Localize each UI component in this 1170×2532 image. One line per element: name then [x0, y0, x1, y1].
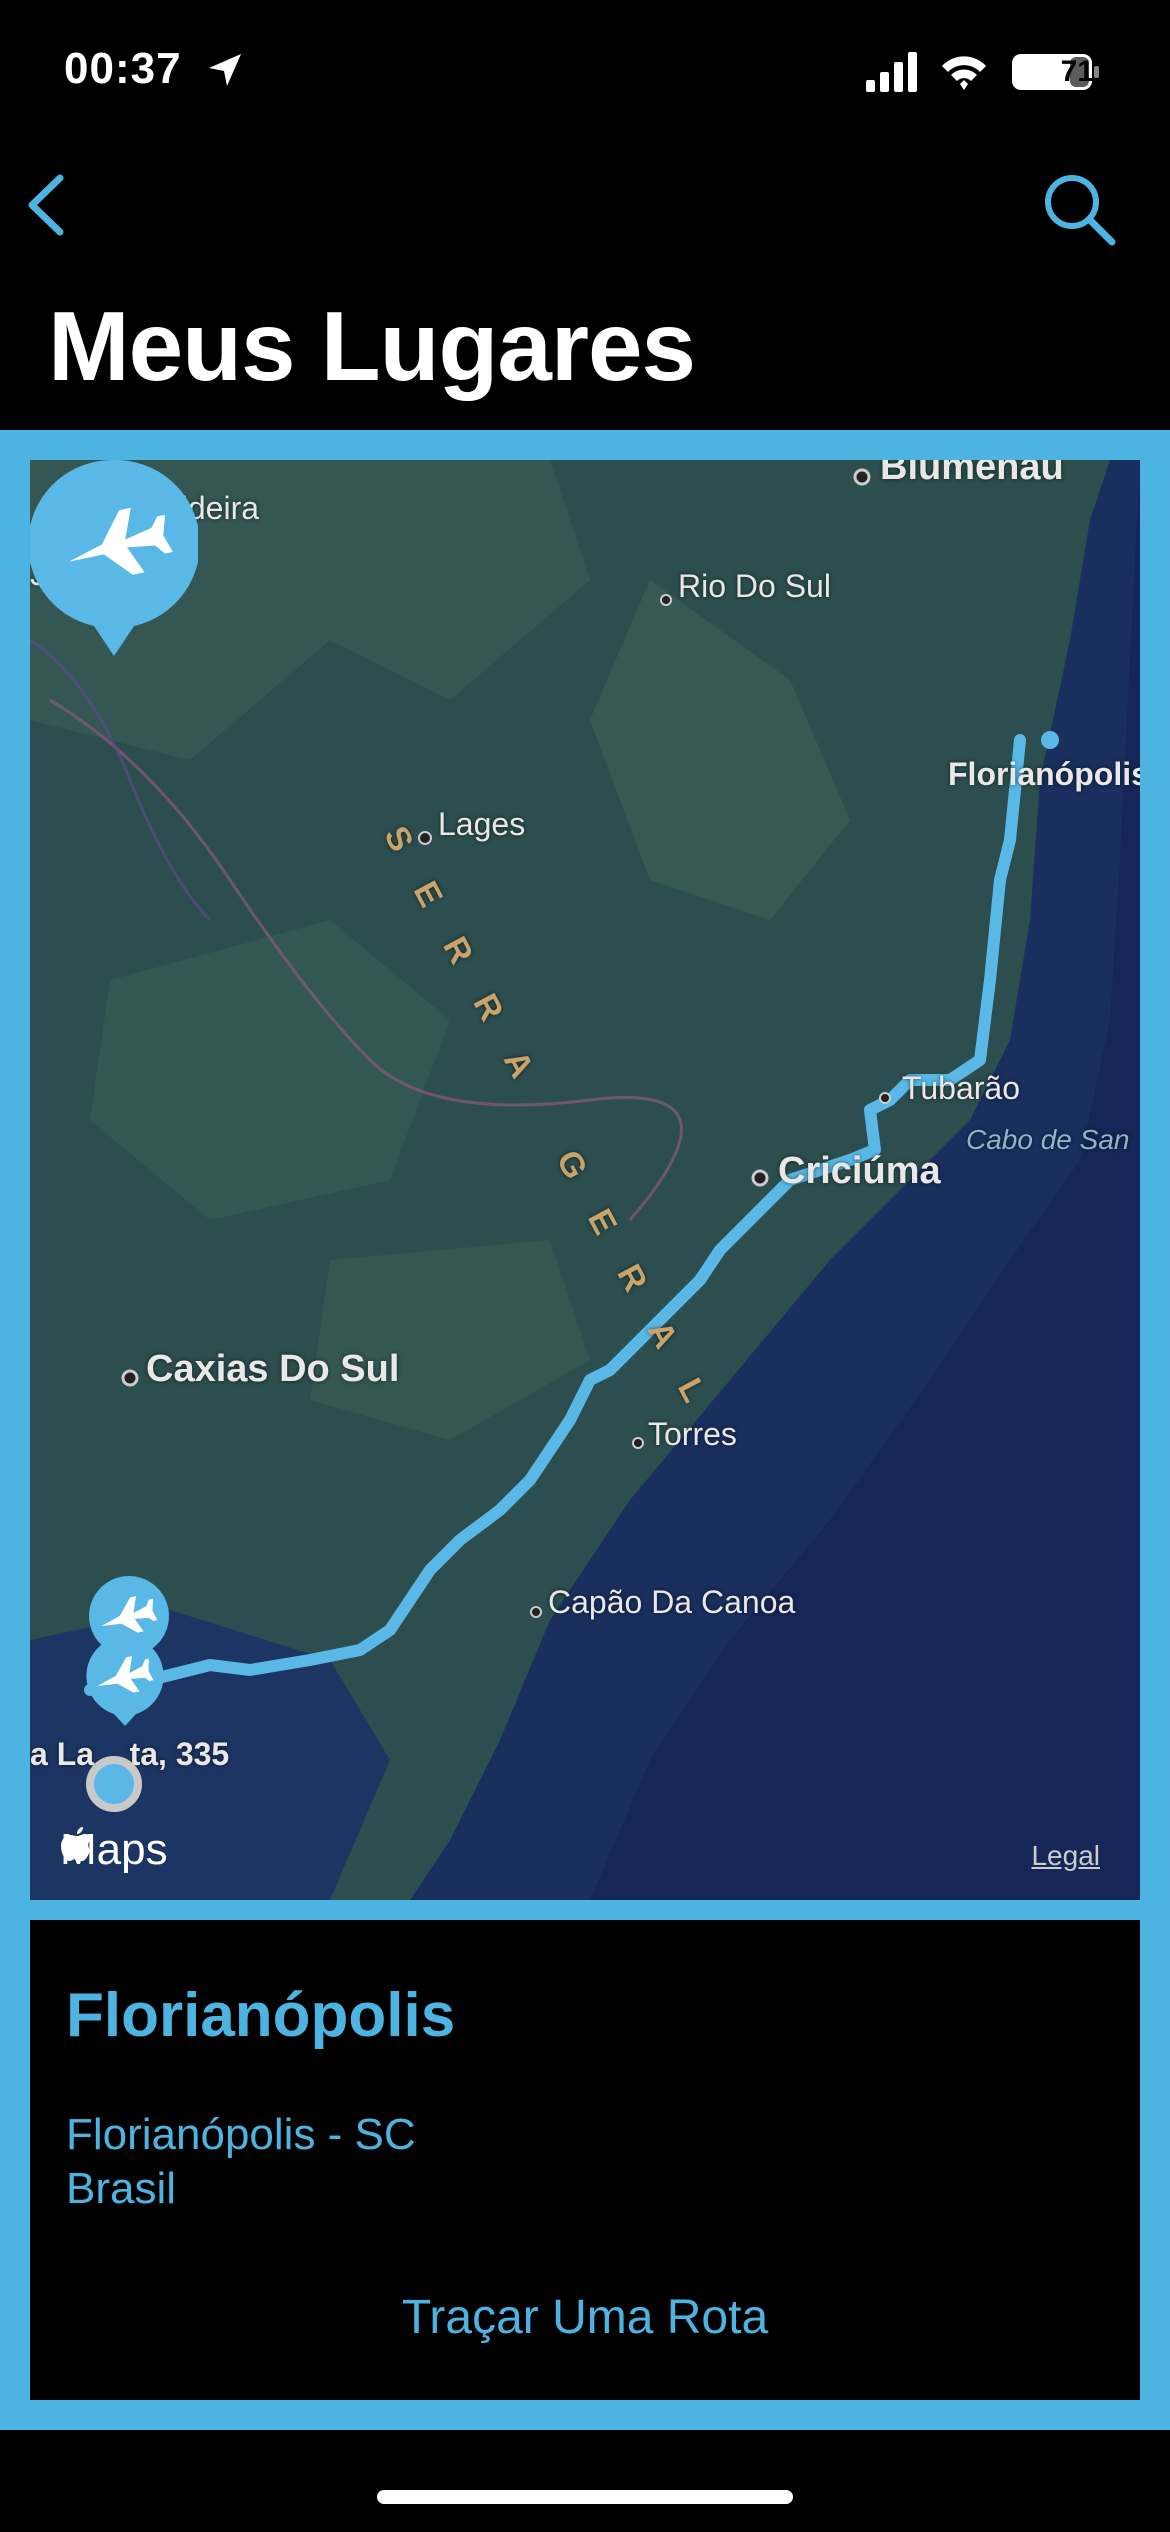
map-label-capao: Capão Da Canoa — [548, 1584, 796, 1620]
map-label-rio-do-sul: Rio Do Sul — [678, 568, 831, 604]
page-title: Meus Lugares — [48, 291, 696, 401]
map-label-florianopolis: Florianópolis — [948, 756, 1140, 792]
airplane-pin-icon[interactable] — [30, 460, 198, 660]
map-label-torres: Torres — [648, 1416, 737, 1452]
maps-logo: Maps — [60, 1825, 168, 1875]
map-label-blumenau: Blumenau — [880, 460, 1064, 488]
map-view[interactable]: Blumenau Videira Jo Rio Do Sul Lages SER… — [30, 460, 1140, 1900]
map-label-caxias: Caxias Do Sul — [146, 1348, 400, 1390]
battery-level: 71 — [1060, 55, 1094, 88]
place-address-line1: Florianópolis - SC — [66, 2110, 416, 2159]
apple-logo-icon — [61, 1827, 92, 1861]
map-label-lages: Lages — [438, 806, 526, 842]
trace-route-button[interactable]: Traçar Uma Rota — [30, 2290, 1140, 2345]
status-bar: 00:37 71 — [0, 0, 1170, 150]
place-info-panel: Florianópolis Florianópolis - SC Brasil … — [30, 1920, 1140, 2400]
legal-link[interactable]: Legal — [1031, 1840, 1100, 1872]
search-icon[interactable] — [1040, 170, 1120, 250]
home-indicator[interactable] — [377, 2490, 793, 2504]
place-card: Blumenau Videira Jo Rio Do Sul Lages SER… — [0, 430, 1170, 2430]
place-address-line2: Brasil — [66, 2164, 177, 2213]
user-location-dot — [86, 1756, 142, 1812]
wifi-icon — [942, 56, 986, 90]
map-label-tubarao: Tubarão — [902, 1070, 1020, 1106]
status-time: 00:37 — [64, 44, 182, 93]
location-arrow-icon — [209, 54, 241, 86]
signal-icon — [866, 52, 917, 92]
chevron-left-icon[interactable] — [18, 170, 78, 240]
map-label-criciuma: Criciúma — [778, 1150, 941, 1192]
place-title: Florianópolis — [66, 1981, 456, 2050]
airplane-pin-icon[interactable] — [82, 1636, 168, 1726]
map-label-cabo: Cabo de San — [966, 1124, 1130, 1155]
